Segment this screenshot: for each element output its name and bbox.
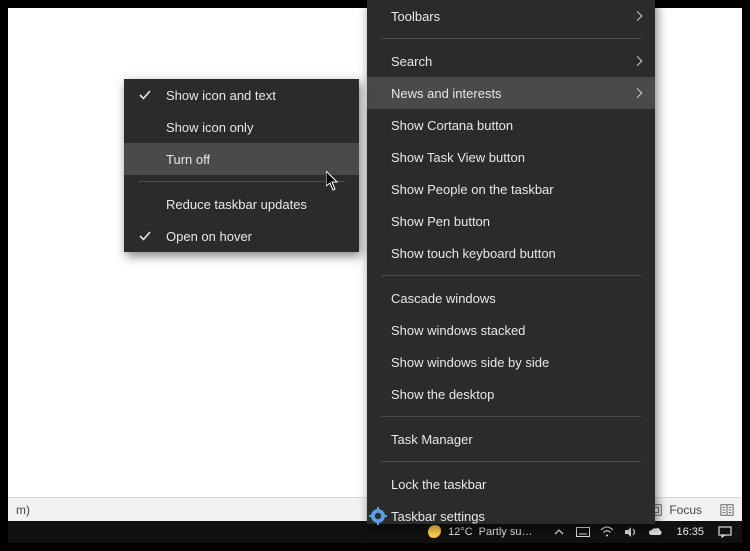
menu-item-show-the-desktop[interactable]: Show the desktop bbox=[367, 378, 655, 410]
gear-icon bbox=[369, 507, 387, 525]
menu-item-label: Reduce taskbar updates bbox=[166, 197, 307, 212]
reading-view-icon[interactable] bbox=[720, 503, 734, 517]
submenu-item-show-icon-and-text[interactable]: Show icon and text bbox=[124, 79, 359, 111]
menu-item-toolbars[interactable]: Toolbars bbox=[367, 0, 655, 32]
submenu-item-show-icon-only[interactable]: Show icon only bbox=[124, 111, 359, 143]
menu-item-label: Show touch keyboard button bbox=[391, 246, 556, 261]
menu-item-label: Lock the taskbar bbox=[391, 477, 486, 492]
tray-clock[interactable]: 16:35 bbox=[676, 526, 704, 538]
menu-item-show-touch-keyboard[interactable]: Show touch keyboard button bbox=[367, 237, 655, 269]
menu-item-show-windows-side-by-side[interactable]: Show windows side by side bbox=[367, 346, 655, 378]
menu-item-label: Task Manager bbox=[391, 432, 473, 447]
menu-item-cascade-windows[interactable]: Cascade windows bbox=[367, 282, 655, 314]
news-and-interests-submenu: Show icon and text Show icon only Turn o… bbox=[124, 79, 359, 252]
menu-item-label: Show icon only bbox=[166, 120, 253, 135]
statusbar-left-fragment: m) bbox=[16, 503, 30, 517]
menu-separator bbox=[138, 181, 345, 182]
menu-item-task-manager[interactable]: Task Manager bbox=[367, 423, 655, 455]
menu-item-label: Show Task View button bbox=[391, 150, 525, 165]
menu-item-show-windows-stacked[interactable]: Show windows stacked bbox=[367, 314, 655, 346]
menu-item-lock-the-taskbar[interactable]: Lock the taskbar bbox=[367, 468, 655, 500]
menu-item-label: Show Cortana button bbox=[391, 118, 513, 133]
menu-separator bbox=[381, 461, 641, 462]
menu-item-label: Search bbox=[391, 54, 432, 69]
menu-separator bbox=[381, 275, 641, 276]
taskbar-context-menu: Toolbars Search News and interests Show … bbox=[367, 0, 655, 524]
menu-item-show-cortana[interactable]: Show Cortana button bbox=[367, 109, 655, 141]
menu-separator bbox=[381, 38, 641, 39]
check-icon bbox=[138, 88, 152, 102]
menu-item-label: Show the desktop bbox=[391, 387, 494, 402]
menu-item-label: Show Pen button bbox=[391, 214, 490, 229]
submenu-item-turn-off[interactable]: Turn off bbox=[124, 143, 359, 175]
submenu-item-reduce-taskbar-updates[interactable]: Reduce taskbar updates bbox=[124, 188, 359, 220]
menu-item-show-task-view[interactable]: Show Task View button bbox=[367, 141, 655, 173]
submenu-item-open-on-hover[interactable]: Open on hover bbox=[124, 220, 359, 252]
tray-notifications-icon[interactable] bbox=[718, 525, 732, 539]
menu-item-search[interactable]: Search bbox=[367, 45, 655, 77]
menu-separator bbox=[381, 416, 641, 417]
check-icon bbox=[138, 229, 152, 243]
menu-item-news-and-interests[interactable]: News and interests bbox=[367, 77, 655, 109]
menu-item-label: Cascade windows bbox=[391, 291, 496, 306]
menu-item-show-pen[interactable]: Show Pen button bbox=[367, 205, 655, 237]
menu-item-label: Taskbar settings bbox=[391, 509, 485, 524]
menu-item-label: Show windows side by side bbox=[391, 355, 549, 370]
menu-item-taskbar-settings[interactable]: Taskbar settings bbox=[367, 500, 655, 532]
focus-label: Focus bbox=[669, 503, 702, 517]
focus-button[interactable]: Focus bbox=[649, 503, 702, 517]
menu-item-label: News and interests bbox=[391, 86, 502, 101]
menu-item-label: Turn off bbox=[166, 152, 210, 167]
menu-item-label: Show People on the taskbar bbox=[391, 182, 554, 197]
menu-item-show-people[interactable]: Show People on the taskbar bbox=[367, 173, 655, 205]
menu-item-label: Open on hover bbox=[166, 229, 252, 244]
menu-item-label: Show icon and text bbox=[166, 88, 276, 103]
menu-item-label: Show windows stacked bbox=[391, 323, 525, 338]
menu-item-label: Toolbars bbox=[391, 9, 440, 24]
